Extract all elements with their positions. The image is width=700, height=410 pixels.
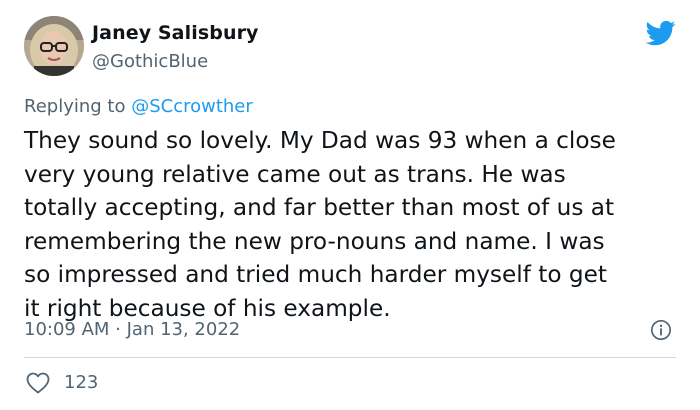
like-count: 123 xyxy=(64,372,99,393)
author-display-name[interactable]: Janey Salisbury xyxy=(92,22,259,44)
tweet-timestamp[interactable]: 10:09 AM · Jan 13, 2022 xyxy=(24,319,240,340)
info-icon[interactable] xyxy=(650,319,672,341)
divider xyxy=(24,357,676,358)
heart-icon[interactable] xyxy=(26,372,50,394)
twitter-bird-icon[interactable] xyxy=(644,18,678,48)
avatar[interactable] xyxy=(24,16,84,76)
replying-to-prefix: Replying to xyxy=(24,96,132,117)
author-handle[interactable]: @GothicBlue xyxy=(92,51,208,72)
replying-to: Replying to @SCcrowther xyxy=(24,96,253,117)
replying-to-handle-link[interactable]: @SCcrowther xyxy=(131,96,253,117)
tweet-text: They sound so lovely. My Dad was 93 when… xyxy=(24,127,616,322)
